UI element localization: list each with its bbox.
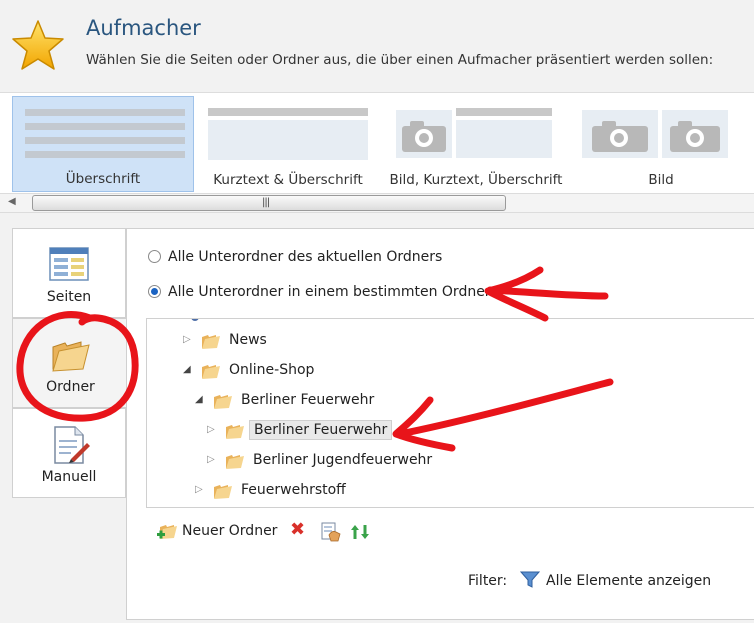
new-folder-icon[interactable] — [156, 522, 178, 542]
tab-manuell[interactable]: Manuell — [12, 408, 126, 498]
expand-icon[interactable]: ▷ — [207, 424, 215, 435]
tree-node-label: Berliner Feuerwehr — [241, 392, 375, 408]
filter-funnel-icon[interactable] — [520, 571, 540, 589]
scrollbar-grip-icon: ||| — [262, 197, 270, 208]
layout-preview-headline — [208, 108, 368, 116]
expand-icon[interactable]: ▷ — [195, 484, 203, 495]
layout-option-label: Überschrift — [65, 171, 141, 187]
layout-preview-text — [208, 120, 368, 160]
expand-icon[interactable]: ▷ — [207, 454, 215, 465]
layout-preview-line — [25, 151, 185, 158]
folder-icon — [202, 365, 220, 379]
folder-icon — [52, 341, 90, 372]
layout-option-bild[interactable]: Bild — [576, 96, 746, 192]
header — [0, 0, 754, 92]
tree-root-icon — [191, 319, 199, 321]
layout-option-label: Kurztext & Überschrift — [213, 172, 363, 188]
layout-preview-line — [25, 137, 185, 144]
expand-icon[interactable]: ▷ — [183, 334, 191, 345]
new-folder-button[interactable]: Neuer Ordner — [182, 523, 277, 539]
scroll-left-arrow-icon[interactable]: ◀ — [8, 196, 16, 207]
folder-icon — [226, 425, 244, 439]
sort-arrows-icon[interactable] — [350, 523, 372, 541]
layout-option-label: Bild, Kurztext, Überschrift — [389, 172, 563, 188]
radio-current-folder[interactable] — [148, 250, 161, 263]
tree-node-berliner-feuerwehr[interactable]: ◢ Berliner Feuerwehr — [195, 390, 495, 414]
layout-preview-text — [456, 120, 552, 158]
tab-label: Seiten — [46, 289, 92, 305]
tree-node-feuerwehrstoff[interactable]: ▷ Feuerwehrstoff — [195, 480, 495, 504]
tab-seiten[interactable]: Seiten — [12, 228, 126, 318]
delete-icon[interactable]: ✖ — [290, 519, 305, 540]
tree-node-berliner-feuerwehr-sub[interactable]: ▷ Berliner Feuerwehr — [207, 420, 507, 444]
filter-dropdown[interactable]: Alle Elemente anzeigen — [546, 573, 711, 589]
page-subtitle: Wählen Sie die Seiten oder Ordner aus, d… — [86, 52, 714, 68]
camera-icon — [396, 110, 452, 158]
page-title: Aufmacher — [86, 16, 201, 40]
tree-node-label: Feuerwehrstoff — [241, 482, 346, 498]
layout-preview-headline — [456, 108, 552, 116]
tree-node-berliner-jugendfeuerwehr[interactable]: ▷ Berliner Jugendfeuerwehr — [207, 450, 507, 474]
tab-ordner[interactable]: Ordner — [12, 318, 128, 408]
layout-option-label: Bild — [648, 172, 674, 188]
tab-label: Manuell — [41, 469, 97, 485]
star-icon — [12, 20, 64, 70]
folder-icon — [214, 485, 232, 499]
page-list-icon — [49, 247, 89, 281]
tree-node-label: Online-Shop — [229, 362, 315, 378]
camera-icon — [582, 110, 658, 158]
folder-icon — [226, 455, 244, 469]
tree-node-label: Berliner Jugendfeuerwehr — [253, 452, 433, 468]
tab-label: Ordner — [46, 379, 95, 395]
collapse-icon[interactable]: ◢ — [195, 394, 203, 405]
folder-icon — [202, 335, 220, 349]
document-pen-icon — [54, 426, 90, 464]
folder-icon — [214, 395, 232, 409]
layout-option-kurztext-ueberschrift[interactable]: Kurztext & Überschrift — [200, 96, 376, 192]
radio-label: Alle Unterordner des aktuellen Ordners — [168, 249, 443, 265]
filter-label: Filter: — [468, 573, 508, 589]
radio-label: Alle Unterordner in einem bestimmten Ord… — [168, 284, 491, 300]
tree-node-news[interactable]: ▷ News — [183, 330, 483, 354]
tree-node-label: News — [229, 332, 267, 348]
edit-properties-icon[interactable] — [320, 521, 342, 543]
layout-option-ueberschrift[interactable]: Überschrift — [12, 96, 194, 192]
collapse-icon[interactable]: ◢ — [183, 364, 191, 375]
tree-node-label: Berliner Feuerwehr — [249, 420, 393, 440]
radio-specific-folder[interactable] — [148, 285, 161, 298]
folder-tree[interactable]: ▷ News ◢ Online-Shop ◢ Berliner Feuerweh… — [146, 318, 754, 508]
camera-icon — [662, 110, 728, 158]
layout-preview-line — [25, 123, 185, 130]
layout-preview-line — [25, 109, 185, 116]
layout-option-bild-kurztext-ueberschrift[interactable]: Bild, Kurztext, Überschrift — [386, 96, 566, 192]
tree-node-online-shop[interactable]: ◢ Online-Shop — [183, 360, 483, 384]
